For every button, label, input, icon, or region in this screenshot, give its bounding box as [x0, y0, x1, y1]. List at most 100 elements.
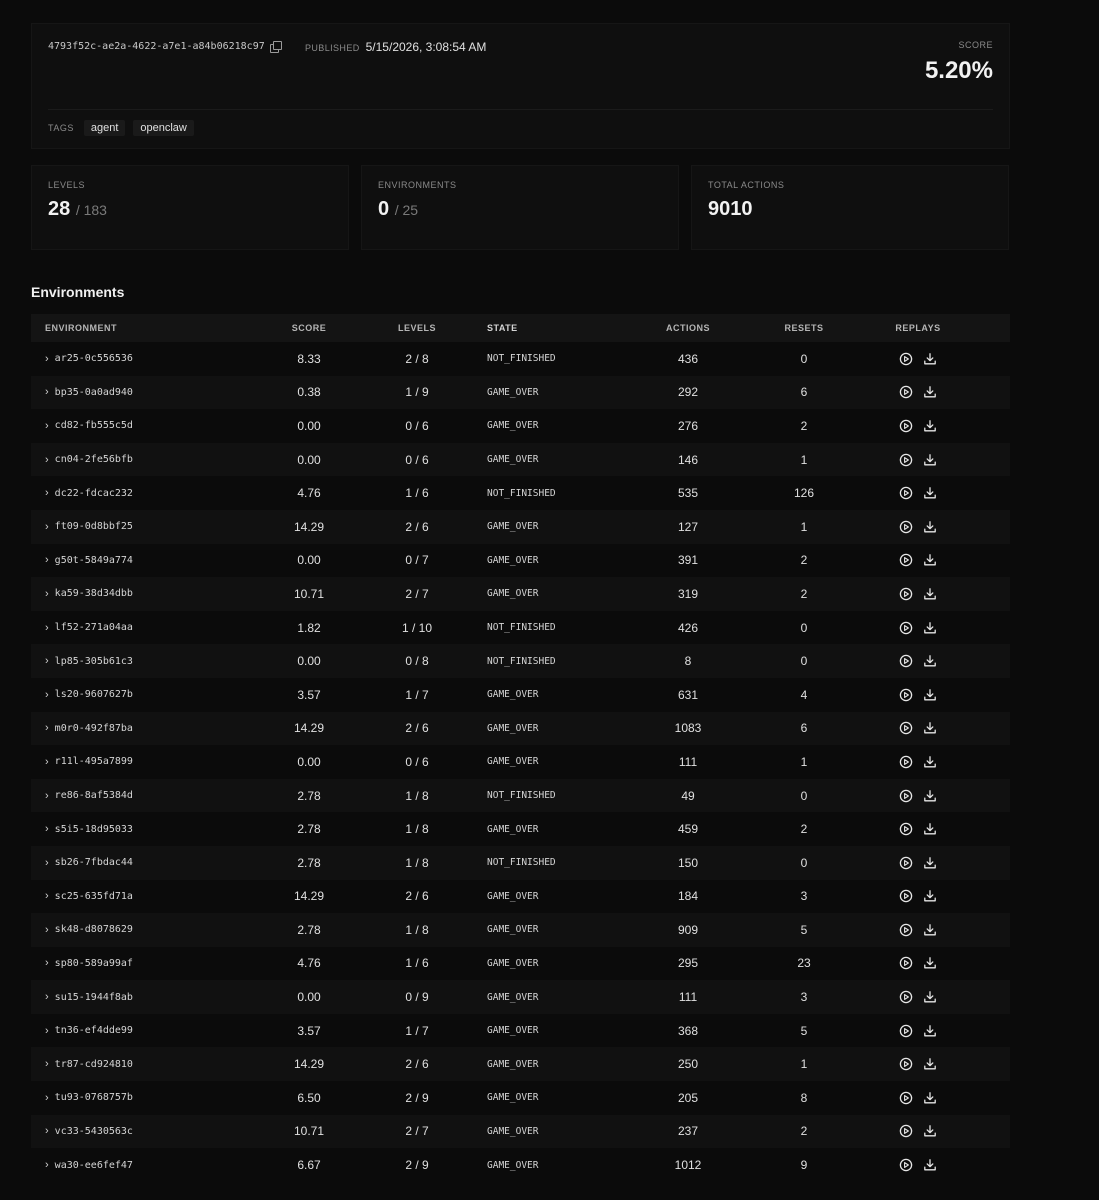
col-score[interactable]: SCORE: [237, 323, 381, 333]
env-cell[interactable]: › m0r0-492f87ba: [31, 722, 237, 734]
play-circle-icon[interactable]: [899, 889, 913, 903]
env-cell[interactable]: › ft09-0d8bbf25: [31, 521, 237, 533]
download-icon[interactable]: [923, 453, 937, 467]
table-row[interactable]: › sk48-d8078629 2.78 1 / 8 GAME_OVER 909 5: [31, 913, 1010, 947]
table-row[interactable]: › ls20-9607627b 3.57 1 / 7 GAME_OVER 631 4: [31, 678, 1010, 712]
env-cell[interactable]: › sc25-635fd71a: [31, 890, 237, 902]
chevron-right-icon[interactable]: ›: [45, 353, 49, 365]
play-circle-icon[interactable]: [899, 688, 913, 702]
env-cell[interactable]: › tn36-ef4dde99: [31, 1025, 237, 1037]
chevron-right-icon[interactable]: ›: [45, 454, 49, 466]
tag-openclaw[interactable]: openclaw: [133, 120, 194, 136]
download-icon[interactable]: [923, 654, 937, 668]
table-row[interactable]: › cd82-fb555c5d 0.00 0 / 6 GAME_OVER 276 2: [31, 409, 1010, 443]
download-icon[interactable]: [923, 553, 937, 567]
table-row[interactable]: › ft09-0d8bbf25 14.29 2 / 6 GAME_OVER 127 1: [31, 509, 1010, 544]
env-cell[interactable]: › re86-8af5384d: [31, 790, 237, 802]
play-circle-icon[interactable]: [899, 385, 913, 399]
play-circle-icon[interactable]: [899, 587, 913, 601]
col-environment[interactable]: ENVIRONMENT: [31, 323, 237, 333]
table-row[interactable]: › ar25-0c556536 8.33 2 / 8 NOT_FINISHED 436 0: [31, 342, 1010, 376]
env-cell[interactable]: › wa30-ee6fef47: [31, 1159, 237, 1171]
table-row[interactable]: › vc33-5430563c 10.71 2 / 7 GAME_OVER 237 2: [31, 1114, 1010, 1149]
table-row[interactable]: › sb26-7fbdac44 2.78 1 / 8 NOT_FINISHED 150 0: [31, 845, 1010, 880]
env-cell[interactable]: › tr87-cd924810: [31, 1058, 237, 1070]
chevron-right-icon[interactable]: ›: [45, 386, 49, 398]
chevron-right-icon[interactable]: ›: [45, 622, 49, 634]
download-icon[interactable]: [923, 486, 937, 500]
chevron-right-icon[interactable]: ›: [45, 722, 49, 734]
play-circle-icon[interactable]: [899, 621, 913, 635]
env-cell[interactable]: › bp35-0a0ad940: [31, 386, 237, 398]
chevron-right-icon[interactable]: ›: [45, 1125, 49, 1137]
play-circle-icon[interactable]: [899, 654, 913, 668]
play-circle-icon[interactable]: [899, 923, 913, 937]
play-circle-icon[interactable]: [899, 553, 913, 567]
table-row[interactable]: › bp35-0a0ad940 0.38 1 / 9 GAME_OVER 292 6: [31, 375, 1010, 410]
download-icon[interactable]: [923, 755, 937, 769]
play-circle-icon[interactable]: [899, 419, 913, 433]
chevron-right-icon[interactable]: ›: [45, 1159, 49, 1171]
play-circle-icon[interactable]: [899, 789, 913, 803]
table-row[interactable]: › g50t-5849a774 0.00 0 / 7 GAME_OVER 391 2: [31, 544, 1010, 578]
env-cell[interactable]: › su15-1944f8ab: [31, 991, 237, 1003]
chevron-right-icon[interactable]: ›: [45, 890, 49, 902]
download-icon[interactable]: [923, 856, 937, 870]
download-icon[interactable]: [923, 1091, 937, 1105]
play-circle-icon[interactable]: [899, 956, 913, 970]
table-row[interactable]: › sc25-635fd71a 14.29 2 / 6 GAME_OVER 184 3: [31, 880, 1010, 914]
chevron-right-icon[interactable]: ›: [45, 1092, 49, 1104]
table-row[interactable]: › m0r0-492f87ba 14.29 2 / 6 GAME_OVER 1083 6: [31, 711, 1010, 746]
download-icon[interactable]: [923, 621, 937, 635]
download-icon[interactable]: [923, 923, 937, 937]
table-row[interactable]: › lp85-305b61c3 0.00 0 / 8 NOT_FINISHED 8 0: [31, 644, 1010, 678]
env-cell[interactable]: › sp80-589a99af: [31, 957, 237, 969]
env-cell[interactable]: › ka59-38d34dbb: [31, 588, 237, 600]
play-circle-icon[interactable]: [899, 486, 913, 500]
chevron-right-icon[interactable]: ›: [45, 420, 49, 432]
chevron-right-icon[interactable]: ›: [45, 487, 49, 499]
play-circle-icon[interactable]: [899, 755, 913, 769]
chevron-right-icon[interactable]: ›: [45, 957, 49, 969]
chevron-right-icon[interactable]: ›: [45, 1025, 49, 1037]
download-icon[interactable]: [923, 789, 937, 803]
chevron-right-icon[interactable]: ›: [45, 1058, 49, 1070]
env-cell[interactable]: › cd82-fb555c5d: [31, 420, 237, 432]
table-row[interactable]: › tu93-0768757b 6.50 2 / 9 GAME_OVER 205 8: [31, 1081, 1010, 1115]
download-icon[interactable]: [923, 520, 937, 534]
tag-agent[interactable]: agent: [83, 120, 126, 136]
table-row[interactable]: › ka59-38d34dbb 10.71 2 / 7 GAME_OVER 319 2: [31, 577, 1010, 611]
chevron-right-icon[interactable]: ›: [45, 521, 49, 533]
play-circle-icon[interactable]: [899, 453, 913, 467]
play-circle-icon[interactable]: [899, 1091, 913, 1105]
env-cell[interactable]: › cn04-2fe56bfb: [31, 454, 237, 466]
play-circle-icon[interactable]: [899, 352, 913, 366]
env-cell[interactable]: › sb26-7fbdac44: [31, 857, 237, 869]
env-cell[interactable]: › dc22-fdcac232: [31, 487, 237, 499]
chevron-right-icon[interactable]: ›: [45, 588, 49, 600]
col-state[interactable]: STATE: [453, 323, 652, 333]
chevron-right-icon[interactable]: ›: [45, 857, 49, 869]
play-circle-icon[interactable]: [899, 721, 913, 735]
env-cell[interactable]: › tu93-0768757b: [31, 1092, 237, 1104]
chevron-right-icon[interactable]: ›: [45, 823, 49, 835]
env-cell[interactable]: › ar25-0c556536: [31, 353, 237, 365]
chevron-right-icon[interactable]: ›: [45, 756, 49, 768]
chevron-right-icon[interactable]: ›: [45, 689, 49, 701]
table-row[interactable]: › lf52-271a04aa 1.82 1 / 10 NOT_FINISHED 426 0: [31, 611, 1010, 645]
play-circle-icon[interactable]: [899, 990, 913, 1004]
download-icon[interactable]: [923, 1057, 937, 1071]
download-icon[interactable]: [923, 1158, 937, 1172]
table-row[interactable]: › r11l-495a7899 0.00 0 / 6 GAME_OVER 111 1: [31, 745, 1010, 779]
play-circle-icon[interactable]: [899, 520, 913, 534]
col-actions[interactable]: ACTIONS: [652, 323, 724, 333]
table-row[interactable]: › re86-8af5384d 2.78 1 / 8 NOT_FINISHED 49 0: [31, 778, 1010, 813]
table-row[interactable]: › tn36-ef4dde99 3.57 1 / 7 GAME_OVER 368 5: [31, 1014, 1010, 1048]
copy-icon[interactable]: [269, 41, 282, 53]
table-row[interactable]: › s5i5-18d95033 2.78 1 / 8 GAME_OVER 459 2: [31, 812, 1010, 846]
play-circle-icon[interactable]: [899, 1024, 913, 1038]
play-circle-icon[interactable]: [899, 1057, 913, 1071]
download-icon[interactable]: [923, 352, 937, 366]
download-icon[interactable]: [923, 587, 937, 601]
download-icon[interactable]: [923, 889, 937, 903]
